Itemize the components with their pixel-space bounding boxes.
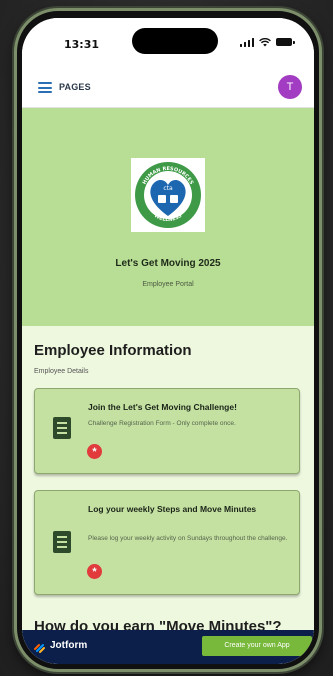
wifi-icon (259, 37, 271, 46)
required-asterisk-icon: * (87, 564, 102, 579)
app-title: Let's Get Moving 2025 (115, 258, 221, 269)
card-title: Log your weekly Steps and Move Minutes (88, 504, 257, 514)
section-title: Employee Information (34, 342, 192, 359)
dynamic-island (132, 28, 218, 54)
card-description: Please log your weekly activity on Sunda… (88, 535, 288, 542)
hero-banner: cta HUMAN RESOURCES WELLNESS Let's Get M… (22, 108, 314, 326)
app-subtitle: Employee Portal (142, 281, 194, 288)
battery-icon (276, 38, 295, 46)
jotform-brand[interactable]: Jotform (50, 640, 87, 651)
phone-screen: 13:31 PAGES T cta HUMAN RESOURCES WELLNE… (22, 18, 314, 664)
document-icon (53, 417, 71, 439)
create-your-own-app-button[interactable]: Create your own App (202, 636, 312, 656)
jotform-logo-icon (34, 644, 45, 653)
pages-menu-label[interactable]: PAGES (59, 82, 91, 92)
page-content: Employee Information Employee Details Jo… (22, 326, 314, 664)
user-avatar[interactable]: T (278, 75, 302, 99)
jotform-footer-bar: Jotform Create your own App (22, 630, 314, 664)
registration-form-card[interactable]: Join the Let's Get Moving Challenge! Cha… (34, 388, 300, 474)
hamburger-menu-icon[interactable] (38, 82, 52, 93)
background: 13:31 PAGES T cta HUMAN RESOURCES WELLNE… (0, 0, 333, 676)
status-icons (239, 37, 295, 47)
status-time: 13:31 (64, 38, 100, 51)
section-subtitle: Employee Details (34, 368, 89, 375)
card-title: Join the Let's Get Moving Challenge! (88, 402, 237, 412)
signal-icon (239, 37, 254, 47)
svg-text:cta: cta (163, 185, 173, 192)
weekly-log-form-card[interactable]: Log your weekly Steps and Move Minutes P… (34, 490, 300, 595)
status-bar: 13:31 (22, 18, 314, 68)
required-asterisk-icon: * (87, 444, 102, 459)
app-header: PAGES T (22, 68, 314, 108)
document-icon (53, 531, 71, 553)
wellness-logo-icon: cta HUMAN RESOURCES WELLNESS (135, 162, 201, 228)
card-description: Challenge Registration Form - Only compl… (88, 420, 236, 427)
app-logo: cta HUMAN RESOURCES WELLNESS (131, 158, 205, 232)
